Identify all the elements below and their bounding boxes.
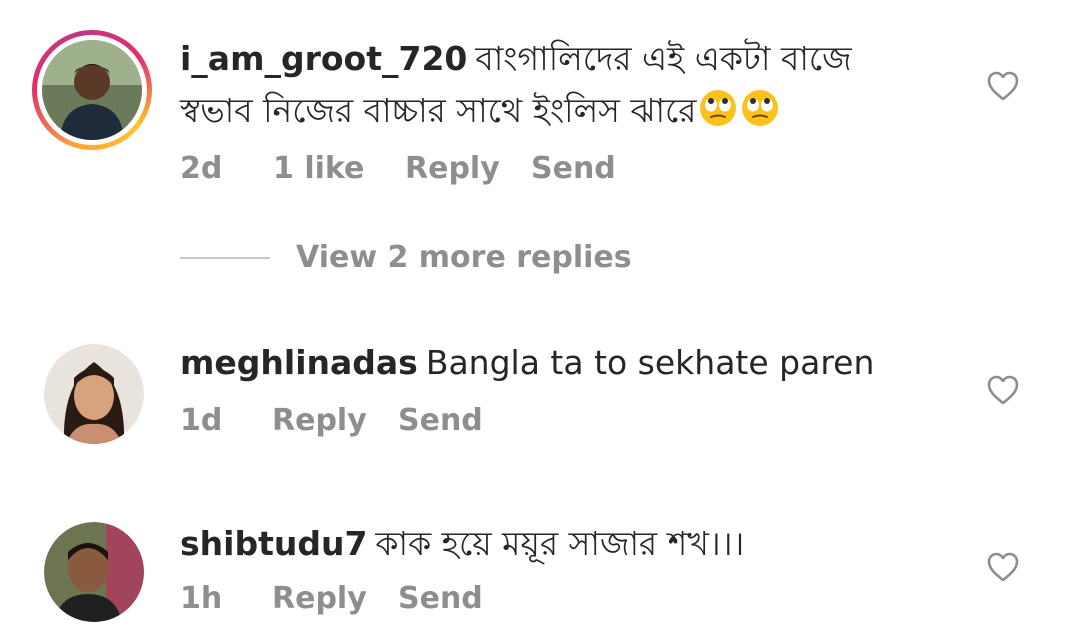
avatar-story-ring[interactable] <box>32 30 152 150</box>
comment-like-count[interactable]: 1 like <box>273 151 405 186</box>
send-button[interactable]: Send <box>398 581 483 616</box>
comment-meta: 2d 1 like Reply Send <box>180 151 616 186</box>
face-with-rolling-eyes-icon <box>700 90 737 126</box>
comment-meta: 1d Reply Send <box>180 403 483 438</box>
heart-outline-icon[interactable] <box>986 374 1020 406</box>
comment-meta: 1h Reply Send <box>180 581 483 616</box>
avatar[interactable] <box>44 344 144 444</box>
reply-button[interactable]: Reply <box>405 151 531 186</box>
reply-button[interactable]: Reply <box>272 581 398 616</box>
comment-timestamp: 1h <box>180 581 223 616</box>
avatar-image <box>44 344 144 444</box>
comment-item: meghlinadas Bangla ta to sekhate paren 1d… <box>0 330 1080 460</box>
comment-timestamp: 1d <box>180 403 223 438</box>
send-button[interactable]: Send <box>398 403 483 438</box>
comment-username[interactable]: meghlinadas <box>180 343 418 382</box>
view-more-replies[interactable]: View 2 more replies <box>180 240 632 275</box>
heart-outline-icon[interactable] <box>986 70 1020 102</box>
comment-text: বাংগালিদের এই একটা বাজে <box>475 39 852 78</box>
avatar[interactable] <box>44 522 144 622</box>
reply-button[interactable]: Reply <box>272 403 398 438</box>
comment-body: i_am_groot_720 বাংগালিদের এই একটা বাজে স্… <box>180 33 940 137</box>
replies-divider <box>180 256 270 259</box>
comment-username[interactable]: shibtudu7 <box>180 524 367 563</box>
comment-text-continued: স্বভাব নিজের বাচ্চার সাথে ইংলিস ঝারে <box>180 91 697 130</box>
comment-username[interactable]: i_am_groot_720 <box>180 39 467 78</box>
face-with-rolling-eyes-icon <box>742 90 779 126</box>
avatar-image <box>44 522 144 622</box>
comment-body: meghlinadas Bangla ta to sekhate paren <box>180 337 940 389</box>
comment-item: shibtudu7 কাক হয়ে ময়ূর সাজার শখ।।। 1h R… <box>0 508 1080 644</box>
comment-text: কাক হয়ে ময়ূর সাজার শখ।।। <box>375 524 745 563</box>
comment-item: i_am_groot_720 বাংগালিদের এই একটা বাজে স্… <box>0 0 1080 240</box>
comment-text: Bangla ta to sekhate paren <box>425 343 875 382</box>
send-button[interactable]: Send <box>531 151 616 186</box>
comment-timestamp: 2d <box>180 151 223 186</box>
heart-outline-icon[interactable] <box>986 551 1020 583</box>
avatar <box>42 40 142 140</box>
view-more-replies-label[interactable]: View 2 more replies <box>296 240 632 275</box>
comment-body: shibtudu7 কাক হয়ে ময়ূর সাজার শখ।।। <box>180 518 940 570</box>
